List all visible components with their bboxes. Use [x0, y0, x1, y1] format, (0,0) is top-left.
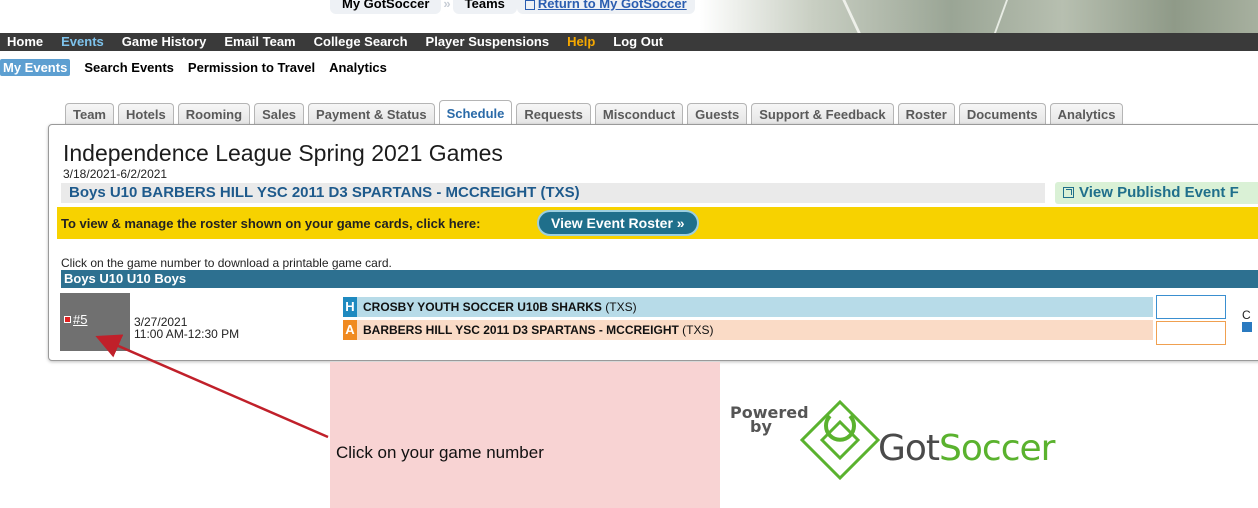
tab-sales[interactable]: Sales — [254, 103, 305, 125]
home-score-input[interactable] — [1156, 295, 1226, 319]
banner-field-image — [700, 0, 1258, 33]
sub-nav: My Events Search Events Permission to Tr… — [0, 57, 1258, 77]
tab-roster[interactable]: Roster — [897, 103, 955, 125]
home-team-name: CROSBY YOUTH SOCCER U10B SHARKS (TXS) — [363, 300, 637, 314]
return-icon — [524, 0, 535, 10]
tab-documents[interactable]: Documents — [958, 103, 1046, 125]
breadcrumb-teams[interactable]: Teams — [452, 0, 517, 14]
away-team-name: BARBERS HILL YSC 2011 D3 SPARTANS - MCCR… — [363, 323, 714, 337]
powered-by-text: Powered by — [730, 405, 809, 436]
subnav-permission-to-travel[interactable]: Permission to Travel — [188, 60, 315, 75]
away-team-label: BARBERS HILL YSC 2011 D3 SPARTANS - MCCR… — [363, 323, 679, 337]
by-line: by — [750, 417, 772, 436]
brand-wordmark: GotSoccer — [878, 428, 1055, 469]
subnav-my-events[interactable]: My Events — [0, 58, 71, 76]
nav-log-out[interactable]: Log Out — [606, 33, 663, 51]
away-team-org: (TXS) — [678, 323, 714, 337]
home-team-row: H CROSBY YOUTH SOCCER U10B SHARKS (TXS) — [343, 297, 1153, 317]
home-team-label: CROSBY YOUTH SOCCER U10B SHARKS — [363, 300, 602, 314]
tab-schedule[interactable]: Schedule — [438, 100, 513, 125]
home-badge: H — [343, 297, 357, 317]
nav-game-history[interactable]: Game History — [115, 33, 207, 51]
brand-soccer: Soccer — [939, 428, 1055, 469]
subnav-search-events[interactable]: Search Events — [84, 60, 174, 75]
away-badge: A — [343, 320, 357, 340]
gotsoccer-logo: Powered by GotSoccer — [730, 400, 1060, 480]
subnav-analytics[interactable]: Analytics — [329, 60, 387, 75]
breadcrumb: My GotSoccer » Teams Return to My GotSoc… — [330, 0, 695, 14]
pdf-icon — [64, 316, 71, 323]
game-number: #5 — [73, 312, 88, 327]
tab-team[interactable]: Team — [65, 103, 114, 125]
annotation-callout: Click on your game number — [330, 362, 720, 508]
side-letter: C — [1242, 308, 1251, 322]
away-score-input[interactable] — [1156, 321, 1226, 345]
event-tabs: Team Hotels Rooming Sales Payment & Stat… — [65, 100, 1127, 125]
game-number-cell: #5 — [60, 293, 130, 351]
tab-support-feedback[interactable]: Support & Feedback — [751, 103, 894, 125]
nav-email-team[interactable]: Email Team — [217, 33, 295, 51]
brand-got: Got — [878, 428, 940, 469]
nav-events[interactable]: Events — [54, 33, 104, 51]
nav-home[interactable]: Home — [0, 33, 43, 51]
tab-payment-status[interactable]: Payment & Status — [308, 103, 435, 125]
return-link-label: Return to My GotSoccer — [537, 0, 687, 11]
game-row: #5 3/27/2021 11:00 AM-12:30 PM H CROSBY … — [48, 124, 1258, 361]
breadcrumb-my-gotsoccer[interactable]: My GotSoccer — [330, 0, 442, 14]
tab-guests[interactable]: Guests — [687, 103, 748, 125]
tab-analytics[interactable]: Analytics — [1049, 103, 1124, 125]
tab-hotels[interactable]: Hotels — [118, 103, 174, 125]
main-nav: Home Events Game History Email Team Coll… — [0, 33, 1258, 51]
tab-misconduct[interactable]: Misconduct — [594, 103, 684, 125]
game-time: 11:00 AM-12:30 PM — [134, 327, 240, 341]
annotation-text: Click on your game number — [336, 443, 544, 462]
top-banner: My GotSoccer » Teams Return to My GotSoc… — [0, 0, 1258, 33]
nav-player-suspensions[interactable]: Player Suspensions — [419, 33, 550, 51]
external-link-icon[interactable] — [1242, 322, 1252, 332]
home-team-org: (TXS) — [601, 300, 637, 314]
logo-mark-icon — [800, 400, 880, 480]
nav-help[interactable]: Help — [560, 33, 595, 51]
tab-rooming[interactable]: Rooming — [177, 103, 251, 125]
away-team-row: A BARBERS HILL YSC 2011 D3 SPARTANS - MC… — [343, 320, 1153, 340]
game-number-link[interactable]: #5 — [64, 312, 87, 327]
tab-requests[interactable]: Requests — [516, 103, 591, 125]
return-link[interactable]: Return to My GotSoccer — [516, 0, 695, 14]
nav-college-search[interactable]: College Search — [307, 33, 408, 51]
breadcrumb-separator: » — [443, 0, 451, 11]
